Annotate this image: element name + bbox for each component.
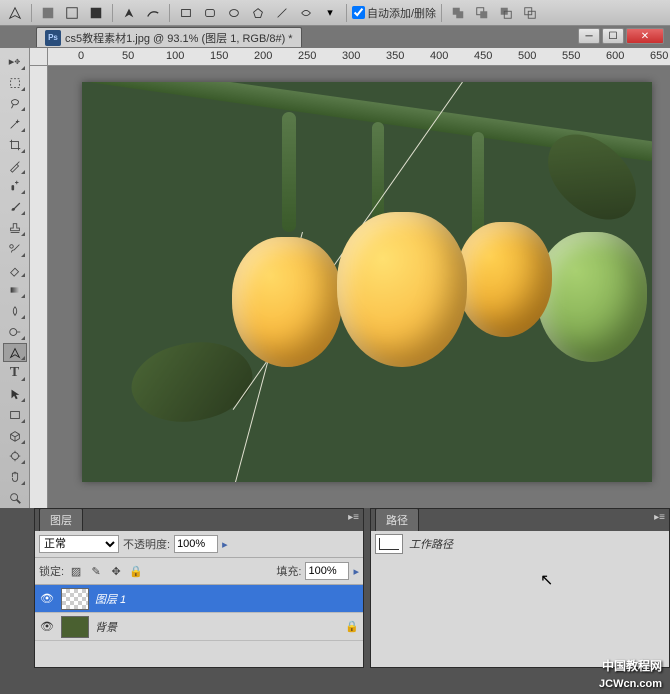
pen-icon[interactable] xyxy=(118,2,140,24)
fill-arrow-icon[interactable]: ▸ xyxy=(353,565,359,578)
auto-add-delete-label: 自动添加/删除 xyxy=(367,5,436,21)
marquee-tool-icon[interactable] xyxy=(3,73,27,93)
brush-tool-icon[interactable] xyxy=(3,197,27,217)
fill-input[interactable] xyxy=(305,562,349,580)
layer-name: 图层 1 xyxy=(95,591,126,607)
3d-tool-icon[interactable] xyxy=(3,426,27,446)
window-controls: ─ ☐ ✕ xyxy=(578,28,664,44)
path-name: 工作路径 xyxy=(409,536,453,552)
horizontal-ruler[interactable]: 0 50 100 150 200 250 300 350 400 450 500… xyxy=(48,48,670,66)
wand-tool-icon[interactable] xyxy=(3,114,27,134)
blur-tool-icon[interactable] xyxy=(3,301,27,321)
close-button[interactable]: ✕ xyxy=(626,28,664,44)
crop-tool-icon[interactable] xyxy=(3,135,27,155)
layer-row[interactable]: 👁 图层 1 xyxy=(35,585,363,613)
eyedropper-tool-icon[interactable] xyxy=(3,156,27,176)
blend-mode-select[interactable]: 正常 xyxy=(39,535,119,553)
path-op-3-icon[interactable] xyxy=(495,2,517,24)
freeform-pen-icon[interactable] xyxy=(142,2,164,24)
photo-content xyxy=(82,82,652,482)
move-tool-icon[interactable]: ▸✥ xyxy=(3,52,27,72)
opacity-label: 不透明度: xyxy=(123,536,170,552)
opacity-input[interactable] xyxy=(174,535,218,553)
panel-menu-icon[interactable]: ▸≡ xyxy=(348,512,359,523)
path-mode-shape[interactable] xyxy=(37,2,59,24)
document-tab[interactable]: Ps cs5教程素材1.jpg @ 93.1% (图层 1, RGB/8#) * xyxy=(36,27,302,47)
pen-tool-indicator[interactable] xyxy=(4,2,26,24)
paths-panel: 路径 ▸≡ 工作路径 xyxy=(370,508,670,668)
layer-thumbnail[interactable] xyxy=(61,588,89,610)
minimize-button[interactable]: ─ xyxy=(578,28,600,44)
shape-polygon-icon[interactable] xyxy=(247,2,269,24)
lasso-tool-icon[interactable] xyxy=(3,94,27,114)
path-thumbnail[interactable] xyxy=(375,534,403,554)
fill-label: 填充: xyxy=(276,563,301,579)
opacity-arrow-icon[interactable]: ▸ xyxy=(222,538,228,551)
type-tool-icon[interactable]: T xyxy=(3,363,27,383)
lock-all-icon[interactable]: 🔒 xyxy=(128,563,144,579)
path-op-1-icon[interactable] xyxy=(447,2,469,24)
maximize-button[interactable]: ☐ xyxy=(602,28,624,44)
shape-roundrect-icon[interactable] xyxy=(199,2,221,24)
path-mode-fill[interactable] xyxy=(85,2,107,24)
options-bar: ▾ 自动添加/删除 xyxy=(0,0,670,26)
layer-name: 背景 xyxy=(95,619,117,635)
visibility-icon[interactable]: 👁 xyxy=(39,619,55,635)
path-mode-path[interactable] xyxy=(61,2,83,24)
pen-tool-icon[interactable] xyxy=(3,343,27,363)
shape-dropdown-icon[interactable]: ▾ xyxy=(319,2,341,24)
healing-tool-icon[interactable] xyxy=(3,177,27,197)
document-canvas[interactable] xyxy=(82,82,652,482)
shape-line-icon[interactable] xyxy=(271,2,293,24)
path-row[interactable]: 工作路径 xyxy=(371,531,669,557)
ps-file-icon: Ps xyxy=(45,30,61,46)
cursor-icon: ↖ xyxy=(540,570,553,590)
lock-position-icon[interactable]: ✥ xyxy=(108,563,124,579)
dodge-tool-icon[interactable] xyxy=(3,322,27,342)
zoom-tool-icon[interactable] xyxy=(3,488,27,508)
stamp-tool-icon[interactable] xyxy=(3,218,27,238)
path-select-tool-icon[interactable] xyxy=(3,384,27,404)
ruler-corner[interactable] xyxy=(30,48,48,66)
paths-tab[interactable]: 路径 xyxy=(375,508,419,531)
layers-panel: 图层 ▸≡ 正常 不透明度: ▸ 锁定: ▨ ✎ ✥ 🔒 填充: ▸ xyxy=(34,508,364,668)
toolbox: ▸✥ T xyxy=(0,48,30,508)
lock-icon: 🔒 xyxy=(345,620,359,633)
gradient-tool-icon[interactable] xyxy=(3,280,27,300)
layer-list: 👁 图层 1 👁 背景 🔒 xyxy=(35,585,363,667)
path-op-4-icon[interactable] xyxy=(519,2,541,24)
layer-row[interactable]: 👁 背景 🔒 xyxy=(35,613,363,641)
lock-pixels-icon[interactable]: ✎ xyxy=(88,563,104,579)
eraser-tool-icon[interactable] xyxy=(3,260,27,280)
document-title: cs5教程素材1.jpg @ 93.1% (图层 1, RGB/8#) * xyxy=(65,30,293,46)
lock-transparent-icon[interactable]: ▨ xyxy=(68,563,84,579)
auto-add-delete-checkbox[interactable]: 自动添加/删除 xyxy=(352,5,436,21)
document-tab-bar: Ps cs5教程素材1.jpg @ 93.1% (图层 1, RGB/8#) * xyxy=(0,26,670,48)
lock-label: 锁定: xyxy=(39,563,64,579)
canvas-area: 0 50 100 150 200 250 300 350 400 450 500… xyxy=(30,48,670,508)
3d-camera-tool-icon[interactable] xyxy=(3,447,27,467)
visibility-icon[interactable]: 👁 xyxy=(39,591,55,607)
layers-tab[interactable]: 图层 xyxy=(39,508,83,531)
shape-ellipse-icon[interactable] xyxy=(223,2,245,24)
shape-tool-icon[interactable] xyxy=(3,405,27,425)
shape-custom-icon[interactable] xyxy=(295,2,317,24)
vertical-ruler[interactable] xyxy=(30,66,48,508)
history-brush-tool-icon[interactable] xyxy=(3,239,27,259)
shape-rect-icon[interactable] xyxy=(175,2,197,24)
hand-tool-icon[interactable] xyxy=(3,467,27,487)
path-op-2-icon[interactable] xyxy=(471,2,493,24)
panel-menu-icon[interactable]: ▸≡ xyxy=(654,512,665,523)
watermark: 中国教程网 JCWcn.com xyxy=(599,671,662,692)
layer-thumbnail[interactable] xyxy=(61,616,89,638)
